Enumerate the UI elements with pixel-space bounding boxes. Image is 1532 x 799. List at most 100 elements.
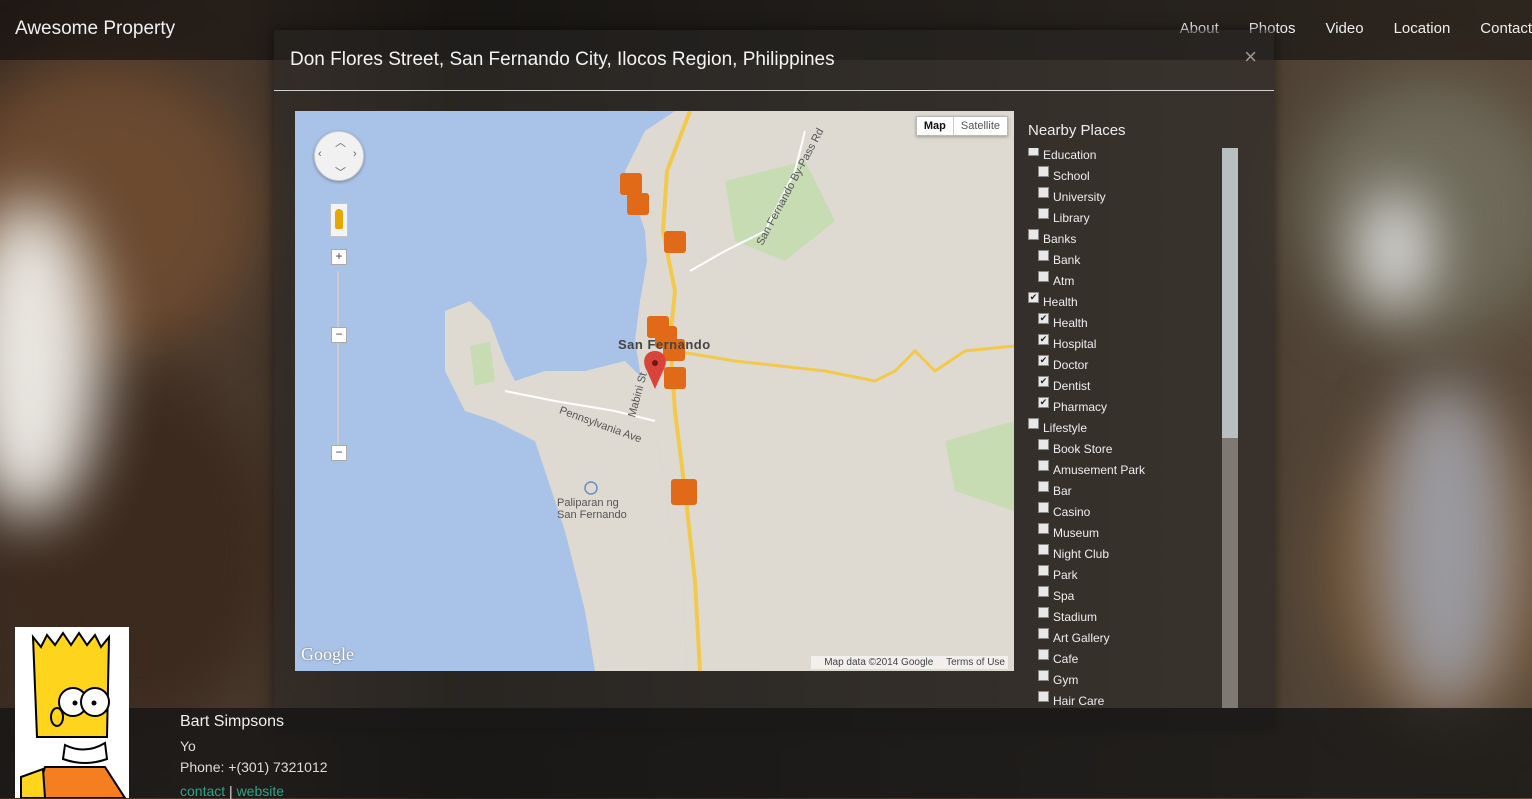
checkbox[interactable] <box>1038 628 1049 639</box>
modal-title: Don Flores Street, San Fernando City, Il… <box>290 49 835 70</box>
checkbox[interactable]: ✔ <box>1038 397 1049 408</box>
pan-down-icon[interactable]: ﹀ <box>335 164 346 180</box>
nearby-places-scrollbar[interactable] <box>1222 148 1238 708</box>
map-credits: Map data ©2014 Google Terms of Use <box>811 656 1008 669</box>
pan-left-icon[interactable]: ‹ <box>318 148 322 160</box>
nearby-place-label: Art Gallery <box>1053 631 1110 645</box>
checkbox[interactable] <box>1038 523 1049 534</box>
checkbox[interactable] <box>1038 691 1049 702</box>
nearby-place-label: Lifestyle <box>1043 421 1088 435</box>
zoom-out-button[interactable]: − <box>331 445 347 461</box>
nearby-place-category: ✔ Health <box>1028 292 1238 316</box>
checkbox[interactable]: ✔ <box>1038 334 1049 345</box>
checkbox[interactable] <box>1038 544 1049 555</box>
bart-avatar-icon <box>15 627 129 798</box>
zoom-slider-handle[interactable]: − <box>331 327 347 343</box>
scrollbar-thumb[interactable] <box>1222 148 1238 438</box>
nearby-place-label: Banks <box>1043 232 1077 246</box>
nearby-place-category: Lifestyle <box>1028 418 1238 442</box>
terms-of-use-link[interactable]: Terms of Use <box>946 657 1005 668</box>
nearby-place-subitem: ✔ Doctor <box>1028 355 1238 379</box>
nav-contact[interactable]: Contact <box>1480 20 1532 37</box>
nearby-place-label: Casino <box>1053 505 1091 519</box>
checkbox[interactable] <box>1038 481 1049 492</box>
nearby-place-label: University <box>1053 190 1106 204</box>
nearby-place-label: Hair Care <box>1053 694 1105 708</box>
map-type-map-button[interactable]: Map <box>917 117 954 135</box>
agent-title: Yo <box>180 738 196 754</box>
nearby-place-subitem: Stadium <box>1028 607 1238 631</box>
checkbox[interactable] <box>1038 166 1049 177</box>
pan-up-icon[interactable]: ︿ <box>335 134 346 150</box>
checkbox[interactable] <box>1028 418 1039 429</box>
nearby-place-label: Bar <box>1053 484 1072 498</box>
nearby-places-title: Nearby Places <box>1028 122 1126 139</box>
checkbox[interactable]: ✔ <box>1038 376 1049 387</box>
checkbox[interactable] <box>1038 250 1049 261</box>
map-airport-label-line2: San Fernando <box>557 509 627 521</box>
nearby-place-subitem: ✔ Health <box>1028 313 1238 337</box>
nearby-place-category: Education <box>1028 148 1238 169</box>
zoom-in-button[interactable]: + <box>331 249 347 265</box>
nearby-place-subitem: Bar <box>1028 481 1238 505</box>
link-separator: | <box>229 783 233 799</box>
checkbox[interactable]: ✔ <box>1038 355 1049 366</box>
checkbox[interactable] <box>1038 607 1049 618</box>
map[interactable]: Map Satellite ︿ ﹀ ‹ › + − − San Fernando… <box>295 111 1014 671</box>
pan-control[interactable]: ︿ ﹀ ‹ › <box>314 131 364 181</box>
nav-location[interactable]: Location <box>1394 20 1451 37</box>
nearby-place-label: Spa <box>1053 589 1075 603</box>
contact-link[interactable]: contact <box>180 783 225 799</box>
google-logo: Google <box>301 644 354 664</box>
checkbox[interactable] <box>1038 460 1049 471</box>
map-data-credit: Map data ©2014 Google <box>824 657 934 668</box>
nearby-place-subitem: Library <box>1028 208 1238 232</box>
nearby-place-subitem: Art Gallery <box>1028 628 1238 652</box>
pan-right-icon[interactable]: › <box>353 148 357 160</box>
nav-video[interactable]: Video <box>1325 20 1363 37</box>
zoom-slider-track[interactable] <box>337 271 339 451</box>
nearby-place-subitem: Atm <box>1028 271 1238 295</box>
nearby-place-subitem: Park <box>1028 565 1238 589</box>
checkbox[interactable] <box>1028 148 1039 156</box>
agent-name: Bart Simpsons <box>180 713 285 730</box>
nearby-place-label: Book Store <box>1053 442 1113 456</box>
brand-logo[interactable]: Awesome Property <box>15 18 175 40</box>
agent-links: contact | website <box>180 783 284 799</box>
checkbox[interactable] <box>1038 502 1049 513</box>
checkbox[interactable]: ✔ <box>1038 313 1049 324</box>
checkbox[interactable] <box>1038 649 1049 660</box>
checkbox[interactable] <box>1038 208 1049 219</box>
checkbox[interactable] <box>1038 586 1049 597</box>
nearby-place-subitem: Casino <box>1028 502 1238 526</box>
nearby-place-subitem: Night Club <box>1028 544 1238 568</box>
nearby-place-label: Night Club <box>1053 547 1110 561</box>
nearby-place-subitem: Spa <box>1028 586 1238 610</box>
map-type-satellite-button[interactable]: Satellite <box>954 117 1007 135</box>
nearby-place-label: Gym <box>1053 673 1079 687</box>
checkbox[interactable] <box>1038 439 1049 450</box>
checkbox[interactable] <box>1028 229 1039 240</box>
nearby-place-label: Cafe <box>1053 652 1079 666</box>
nearby-place-subitem: Bank <box>1028 250 1238 274</box>
checkbox[interactable] <box>1038 271 1049 282</box>
checkbox[interactable] <box>1038 187 1049 198</box>
checkbox[interactable] <box>1038 670 1049 681</box>
modal-header: Don Flores Street, San Fernando City, Il… <box>274 30 1274 91</box>
nearby-place-subitem: Cafe <box>1028 649 1238 673</box>
nearby-place-label: Pharmacy <box>1053 400 1108 414</box>
map-canvas[interactable] <box>295 111 1014 671</box>
nearby-place-subitem: Book Store <box>1028 439 1238 463</box>
agent-phone: Phone: +(301) 7321012 <box>180 759 328 775</box>
website-link[interactable]: website <box>237 783 284 799</box>
nearby-place-label: Dentist <box>1053 379 1091 393</box>
nearby-place-label: Stadium <box>1053 610 1098 624</box>
nearby-place-subitem: ✔ Dentist <box>1028 376 1238 400</box>
street-view-pegman-icon[interactable] <box>330 203 348 237</box>
nearby-place-label: Park <box>1053 568 1078 582</box>
nearby-place-subitem: Hair Care <box>1028 691 1238 708</box>
nearby-places-list: Education School University Library Banks Ban… <box>1028 148 1238 708</box>
close-icon[interactable]: × <box>1244 44 1257 70</box>
checkbox[interactable]: ✔ <box>1028 292 1039 303</box>
checkbox[interactable] <box>1038 565 1049 576</box>
